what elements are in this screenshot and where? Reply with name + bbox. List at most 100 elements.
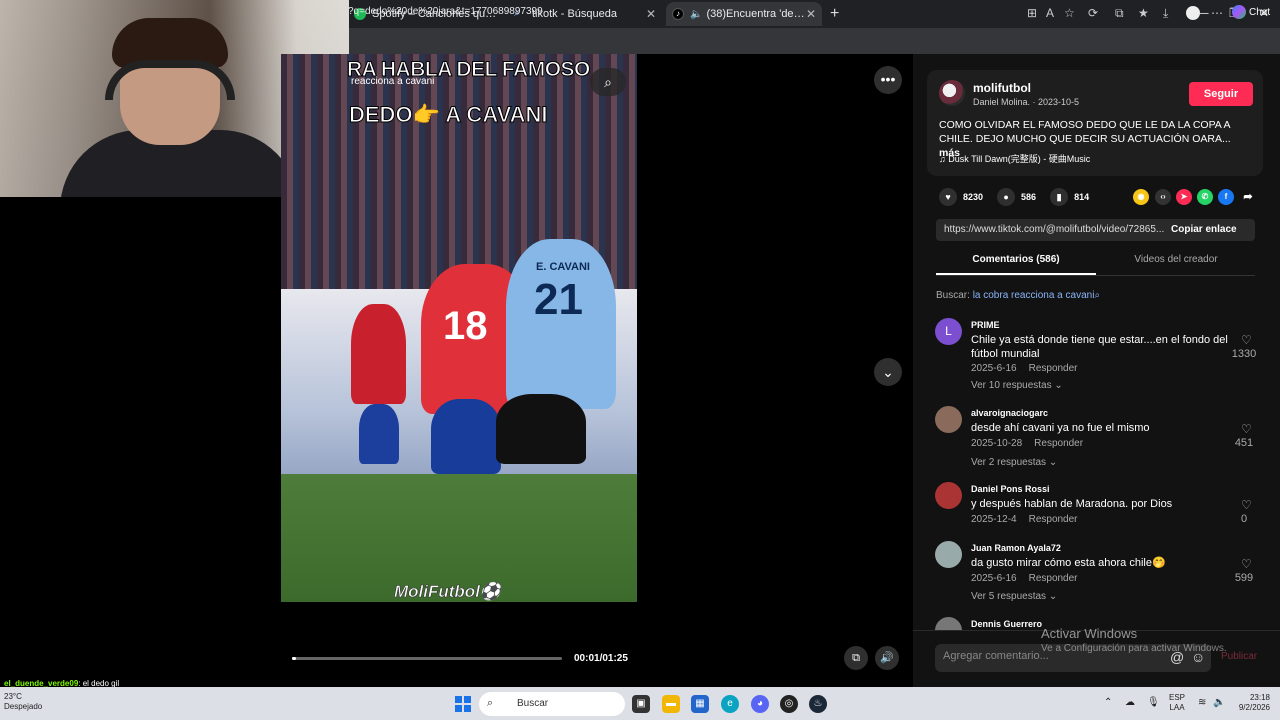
discord-icon[interactable]: ◕ bbox=[751, 695, 769, 713]
author-avatar[interactable] bbox=[939, 80, 965, 106]
copy-link-button[interactable]: Copiar enlace bbox=[1171, 224, 1237, 235]
taskbar-search[interactable]: Buscar bbox=[479, 692, 625, 716]
video-search-icon[interactable]: ⌕ bbox=[590, 68, 626, 96]
comment-likes: 451 bbox=[1234, 437, 1254, 449]
more-options-button[interactable]: ••• bbox=[874, 66, 902, 94]
facebook-icon[interactable]: f bbox=[1218, 189, 1234, 205]
screen: Spotify – Canciones que te gustan ⌕ tiko… bbox=[0, 0, 1280, 720]
comment-avatar[interactable] bbox=[935, 617, 962, 630]
author-name[interactable]: molifutbol bbox=[973, 81, 1031, 95]
comment-avatar[interactable] bbox=[935, 406, 962, 433]
reply-button[interactable]: Responder bbox=[1029, 514, 1078, 525]
view-replies-button[interactable]: Ver 2 respuestas ⌄ bbox=[971, 457, 1057, 468]
pip-button[interactable]: ⧉ bbox=[844, 646, 868, 670]
video-link[interactable]: https://www.tiktok.com/@molifutbol/video… bbox=[944, 224, 1166, 235]
comment-username[interactable]: PRIME bbox=[971, 320, 1000, 330]
description-text: COMO OLVIDAR EL FAMOSO DEDO QUE LE DA LA… bbox=[939, 119, 1231, 145]
file-explorer-icon[interactable]: ▬ bbox=[662, 695, 680, 713]
whatsapp-icon[interactable]: ✆ bbox=[1197, 189, 1213, 205]
chat-label: Chat bbox=[1249, 6, 1271, 18]
reply-button[interactable]: Responder bbox=[1034, 438, 1083, 449]
language-indicator[interactable]: ESP LAA bbox=[1169, 693, 1185, 713]
reply-button[interactable]: Responder bbox=[1029, 573, 1078, 584]
comment-date: 2025-6-16 bbox=[971, 573, 1017, 584]
search-icon: ⌕ bbox=[1094, 290, 1101, 301]
apps-icon[interactable]: ⊞ bbox=[1027, 6, 1037, 20]
reply-button[interactable]: Responder bbox=[1029, 363, 1078, 374]
player-shorts bbox=[359, 404, 399, 464]
minimize-button[interactable]: ─ bbox=[1200, 6, 1209, 20]
comment-meta: 2025-6-16 Responder bbox=[971, 363, 1078, 374]
comment-username[interactable]: alvaroignaciogarc bbox=[971, 408, 1048, 418]
tab-comments[interactable]: Comentarios (586) bbox=[936, 254, 1096, 265]
comment-meta: 2025-10-28 Responder bbox=[971, 438, 1083, 449]
video-caption-bottom: DEDO👉 A CAVANI bbox=[349, 102, 549, 128]
cloud-icon[interactable]: ☁ bbox=[1125, 697, 1135, 708]
comment-icon[interactable]: ● bbox=[997, 188, 1016, 206]
tab-creator-videos[interactable]: Videos del creador bbox=[1096, 254, 1256, 265]
view-replies-button[interactable]: Ver 10 respuestas ⌄ bbox=[971, 380, 1063, 391]
heart-icon[interactable]: ♥ bbox=[939, 188, 957, 206]
comment-username[interactable]: Juan Ramon Ayala72 bbox=[971, 543, 1061, 553]
translate-icon[interactable]: A bbox=[1046, 6, 1054, 20]
view-replies-button[interactable]: Ver 5 respuestas ⌄ bbox=[971, 591, 1057, 602]
search-suggestion[interactable]: Buscar: la cobra reacciona a cavani⌕ bbox=[936, 290, 1100, 301]
comment-avatar[interactable] bbox=[935, 541, 962, 568]
player-shorts bbox=[431, 399, 501, 474]
search-icon: ⌕ bbox=[487, 697, 494, 709]
obs-icon[interactable]: ◎ bbox=[780, 695, 798, 713]
tab-tiktok[interactable]: ♪ 🔈 (38)Encuentra 'dedo de jara' e ✕ bbox=[666, 2, 822, 26]
embed-icon[interactable]: ‹› bbox=[1155, 189, 1171, 205]
author-meta: Daniel Molina. · 2023-10-5 bbox=[973, 97, 1080, 107]
comment-avatar[interactable] bbox=[935, 482, 962, 509]
taskbar-clock[interactable]: 23:18 9/2/2026 bbox=[1230, 693, 1270, 713]
like-count: 8230 bbox=[963, 192, 984, 202]
coin-share-icon[interactable]: ◉ bbox=[1133, 189, 1149, 205]
heart-icon[interactable]: ♡ bbox=[1241, 333, 1252, 347]
profile-avatar[interactable] bbox=[1186, 6, 1200, 20]
jersey-name: E. CAVANI bbox=[536, 261, 590, 273]
windows-start-icon[interactable] bbox=[455, 696, 471, 712]
heart-icon[interactable]: ♡ bbox=[1241, 498, 1252, 512]
next-video-button[interactable]: ⌄ bbox=[874, 358, 902, 386]
comment-item: alvaroignaciogarc desde ahí cavani ya no… bbox=[935, 406, 1265, 476]
steam-icon[interactable]: ♨ bbox=[809, 695, 827, 713]
music-link[interactable]: ♫ Dusk Till Dawn(完整版) - 硬曲Music bbox=[939, 152, 1090, 165]
extensions-icon[interactable]: ⟳ bbox=[1088, 6, 1098, 20]
bookmark-icon[interactable]: ▮ bbox=[1050, 188, 1069, 206]
task-view-icon[interactable]: ▣ bbox=[632, 695, 650, 713]
more-menu-icon[interactable]: ⋯ bbox=[1211, 6, 1223, 20]
share-arrow-icon[interactable]: ➦ bbox=[1240, 189, 1256, 205]
speaker-icon[interactable]: 🔈 bbox=[690, 9, 702, 20]
comment-username[interactable]: Dennis Guerrero bbox=[971, 619, 1042, 629]
comment-likes: 1330 bbox=[1231, 348, 1257, 360]
download-icon[interactable]: ⤓ bbox=[1163, 6, 1168, 21]
comment-avatar[interactable]: L bbox=[935, 318, 962, 345]
close-icon[interactable]: ✕ bbox=[646, 7, 656, 21]
video-progress-bar[interactable] bbox=[292, 657, 562, 660]
follow-button[interactable]: Seguir bbox=[1189, 82, 1253, 106]
store-icon[interactable]: ▦ bbox=[691, 695, 709, 713]
close-icon[interactable]: ✕ bbox=[806, 7, 816, 21]
video-caption-sub: reacciona a cavani bbox=[351, 76, 435, 87]
comment-username[interactable]: Daniel Pons Rossi bbox=[971, 484, 1050, 494]
player-red-left bbox=[351, 304, 406, 404]
comment-text: Chile ya está donde tiene que estar....e… bbox=[971, 334, 1228, 360]
url-field[interactable]: ?q=dedo%20de%20jara&t=1770689897399 bbox=[348, 6, 543, 17]
split-screen-icon[interactable]: ⧉ bbox=[1115, 6, 1124, 21]
wifi-icon[interactable]: ≋ bbox=[1198, 697, 1206, 708]
copilot-chat-button[interactable]: Chat bbox=[1232, 5, 1270, 19]
heart-icon[interactable]: ♡ bbox=[1241, 557, 1252, 571]
new-tab-button[interactable]: + bbox=[830, 5, 839, 23]
tray-chevron-icon[interactable]: ⌃ bbox=[1104, 697, 1112, 708]
mic-icon[interactable]: 🎙 bbox=[1147, 697, 1160, 708]
volume-button[interactable]: 🔊 bbox=[875, 646, 899, 670]
edge-icon[interactable]: e bbox=[721, 695, 739, 713]
favorites-icon[interactable]: ★ bbox=[1138, 6, 1149, 20]
favorite-icon[interactable]: ☆ bbox=[1064, 6, 1075, 20]
volume-icon[interactable]: 🔈 bbox=[1213, 697, 1225, 708]
send-icon[interactable]: ➤ bbox=[1176, 189, 1192, 205]
heart-icon[interactable]: ♡ bbox=[1241, 422, 1252, 436]
video-player[interactable]: 18 E. CAVANI 21 RA HABLA DEL FAMOSO reac… bbox=[281, 54, 637, 602]
weather-widget[interactable]: 23°C Despejado bbox=[4, 692, 42, 712]
